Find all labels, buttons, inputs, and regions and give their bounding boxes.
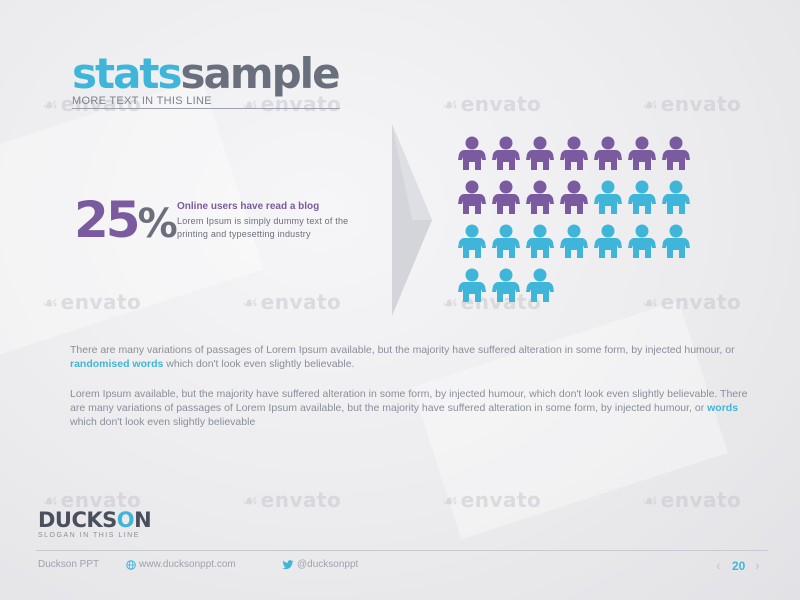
paragraph-1: There are many variations of passages of… bbox=[70, 343, 750, 371]
person-icon bbox=[526, 136, 554, 170]
watermark: ☙ envato bbox=[242, 488, 342, 512]
person-icon bbox=[594, 224, 622, 258]
watermark: ☙ envato bbox=[642, 488, 742, 512]
watermark: ☙ envato bbox=[42, 290, 142, 314]
paragraph-text: which don't look even slightly believabl… bbox=[163, 358, 355, 370]
person-icon bbox=[492, 268, 520, 302]
title-part-1: stats bbox=[72, 49, 182, 98]
chevron-arrow-divider bbox=[392, 124, 432, 316]
footer-divider bbox=[36, 550, 768, 551]
title-part-2: sample bbox=[180, 49, 341, 98]
logo-text: N bbox=[134, 508, 152, 532]
paragraph-2: Lorem Ipsum available, but the majority … bbox=[70, 387, 750, 429]
person-icon bbox=[526, 180, 554, 214]
brand-logo: DUCKSON bbox=[38, 508, 152, 532]
person-icon bbox=[628, 180, 656, 214]
person-icon bbox=[526, 224, 554, 258]
paragraph-text: Lorem Ipsum available, but the majority … bbox=[70, 388, 748, 414]
highlight-words: words bbox=[707, 402, 739, 414]
person-icon bbox=[458, 180, 486, 214]
twitter-bird-icon bbox=[282, 560, 294, 570]
logo-accent-letter: O bbox=[116, 508, 135, 532]
stat-value: 25 bbox=[74, 191, 141, 249]
person-icon bbox=[526, 268, 554, 302]
person-icon bbox=[458, 136, 486, 170]
slide-subtitle: MORE TEXT IN THIS LINE bbox=[72, 95, 212, 107]
person-icon bbox=[560, 224, 588, 258]
brand-slogan: SLOGAN IN THIS LINE bbox=[38, 532, 140, 539]
person-icon bbox=[662, 224, 690, 258]
person-icon bbox=[594, 180, 622, 214]
person-icon bbox=[492, 224, 520, 258]
person-icon bbox=[662, 180, 690, 214]
watermark: ☙ envato bbox=[242, 290, 342, 314]
person-icon bbox=[628, 136, 656, 170]
person-icon bbox=[492, 180, 520, 214]
page-number: 20 bbox=[732, 559, 746, 573]
person-icon bbox=[458, 224, 486, 258]
footer-website-link[interactable]: www.ducksonppt.com bbox=[139, 559, 236, 570]
footer-twitter-handle[interactable]: @ducksonppt bbox=[297, 559, 358, 570]
stat-description: Lorem Ipsum is simply dummy text of the … bbox=[177, 216, 349, 239]
watermark: ☙ envato bbox=[642, 92, 742, 116]
prev-page-button[interactable]: ‹ bbox=[716, 557, 721, 573]
stat-unit: % bbox=[137, 201, 178, 247]
footer-company: Duckson PPT bbox=[38, 559, 100, 570]
person-icon bbox=[628, 224, 656, 258]
paragraph-text: which don't look even slightly believabl… bbox=[70, 416, 256, 428]
highlight-randomised-words: randomised words bbox=[70, 358, 164, 370]
person-icon bbox=[492, 136, 520, 170]
person-icon bbox=[560, 180, 588, 214]
person-icon bbox=[662, 136, 690, 170]
subtitle-divider bbox=[72, 108, 340, 109]
watermark: ☙ envato bbox=[442, 488, 542, 512]
next-page-button[interactable]: › bbox=[755, 557, 760, 573]
watermark: ☙ envato bbox=[642, 290, 742, 314]
paragraph-text: There are many variations of passages of… bbox=[70, 344, 735, 356]
person-icon bbox=[560, 136, 588, 170]
globe-icon bbox=[126, 560, 136, 570]
watermark: ☙ envato bbox=[442, 92, 542, 116]
person-icon bbox=[458, 268, 486, 302]
logo-text: DUCKS bbox=[38, 508, 117, 532]
person-icon bbox=[594, 136, 622, 170]
slide-title: statssample bbox=[72, 49, 341, 98]
stat-percentage: 25% bbox=[74, 191, 178, 252]
stat-headline: Online users have read a blog bbox=[177, 201, 320, 212]
